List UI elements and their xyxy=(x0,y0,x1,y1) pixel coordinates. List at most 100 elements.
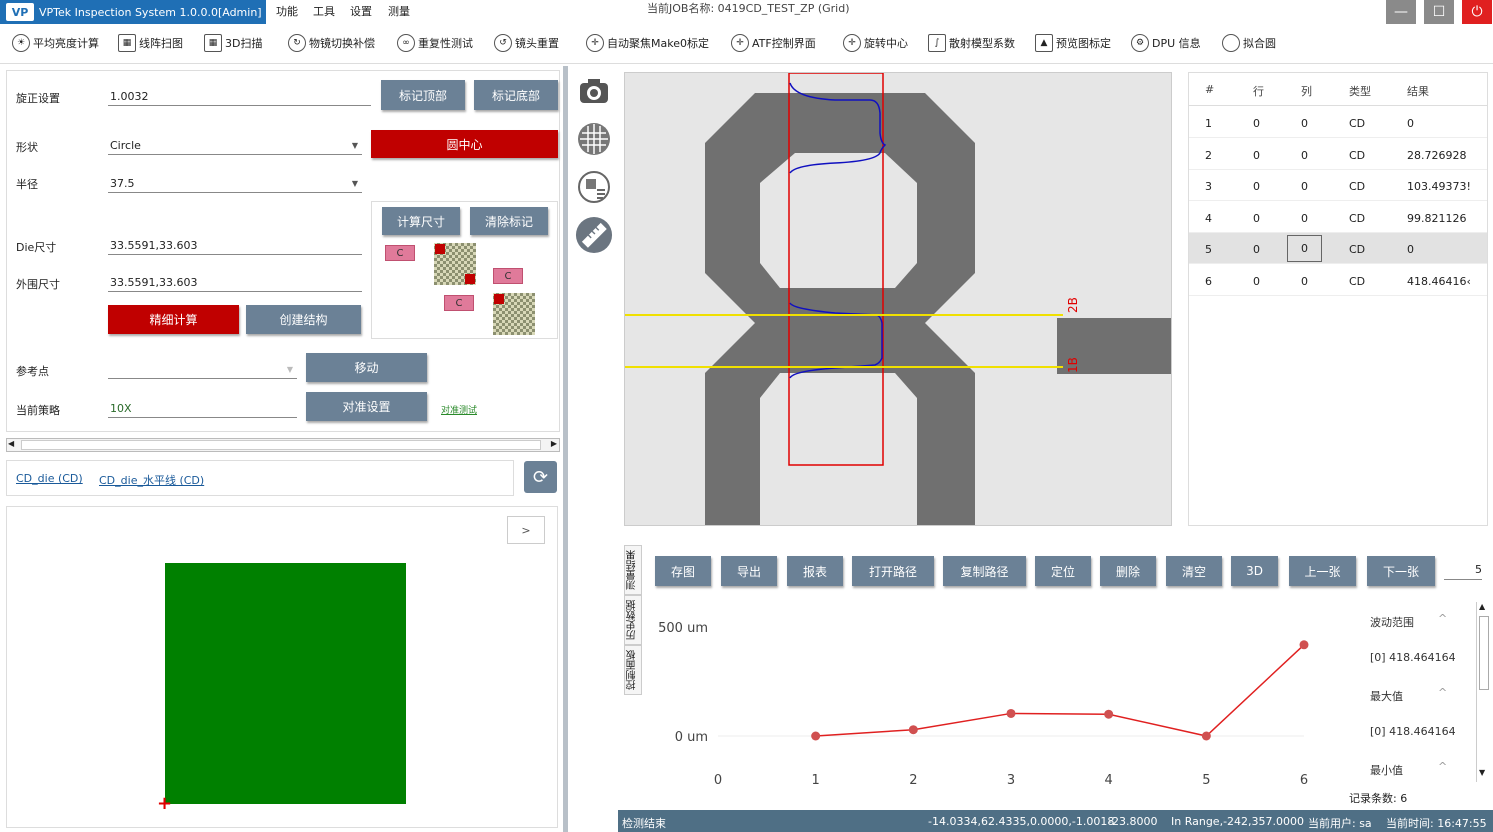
save-image-button[interactable]: 存图 xyxy=(655,556,711,586)
tool-fit-circle[interactable]: 拟合圆 xyxy=(1222,34,1276,52)
strategy-input[interactable]: 10X xyxy=(108,398,297,418)
clear-mark-button[interactable]: 清除标记 xyxy=(470,207,548,235)
open-path-button[interactable]: 打开路径 xyxy=(852,556,934,586)
grid-icon[interactable] xyxy=(575,120,613,158)
scroll-left-icon[interactable]: ◀ xyxy=(8,439,14,448)
x-tick-label: 1 xyxy=(812,773,820,788)
camera-icon[interactable] xyxy=(575,72,613,110)
chevron-down-icon: ▼ xyxy=(351,179,358,188)
radius-select[interactable]: 37.5 ▼ xyxy=(108,173,362,193)
tool-autofocus-make0[interactable]: ✛ 自动聚焦Make0标定 xyxy=(586,34,709,52)
tool-lens-switch[interactable]: ↻ 物镜切换补偿 xyxy=(288,34,375,52)
circle-center-button[interactable]: 圆中心 xyxy=(371,130,558,158)
tool-line-scan[interactable]: ▦ 线阵扫图 xyxy=(118,34,183,52)
cell-result: 103.49373! xyxy=(1407,180,1471,193)
c-marker: C xyxy=(493,268,523,284)
page-input[interactable]: 5 xyxy=(1444,560,1482,580)
next-button[interactable]: 下一张 xyxy=(1367,556,1435,586)
mark-bottom-button[interactable]: 标记底部 xyxy=(474,80,558,110)
refresh-settings-button[interactable]: ⟳ xyxy=(524,461,557,493)
tool-label: 物镜切换补偿 xyxy=(309,37,375,50)
copy-path-button[interactable]: 复制路径 xyxy=(943,556,1026,586)
cell-col: 0 xyxy=(1301,180,1308,193)
min-label: 最小值 xyxy=(1370,764,1403,777)
tool-atf-control[interactable]: ✛ ATF控制界面 xyxy=(731,34,816,52)
scroll-down-icon[interactable]: ▼ xyxy=(1479,768,1485,777)
menu-measure[interactable]: 测量 xyxy=(388,3,410,19)
chevron-up-icon[interactable]: ^ xyxy=(1438,760,1447,773)
chevron-up-icon[interactable]: ^ xyxy=(1438,612,1447,625)
tool-preview-calibration[interactable]: ▲ 预览图标定 xyxy=(1035,34,1111,52)
outer-size-input[interactable]: 33.5591,33.603 xyxy=(108,272,362,292)
status-coordinates: -14.0334,62.4335,0.0000,-1.0018 xyxy=(928,815,1115,828)
3d-button[interactable]: 3D xyxy=(1231,556,1278,586)
menu-tools[interactable]: 工具 xyxy=(313,3,335,19)
calc-size-button[interactable]: 计算尺寸 xyxy=(382,207,460,235)
tool-lens-reset[interactable]: ↺ 镜头重置 xyxy=(494,34,559,52)
tool-repeat-test[interactable]: ∞ 重复性测试 xyxy=(397,34,473,52)
strategy-label: 当前策略 xyxy=(16,404,60,417)
status-time: 当前时间: 16:47:55 xyxy=(1386,817,1487,830)
die-size-input[interactable]: 33.5591,33.603 xyxy=(108,235,362,255)
locate-button[interactable]: 定位 xyxy=(1035,556,1091,586)
status-range: In Range,-242,357.0000 xyxy=(1171,815,1305,828)
previous-button[interactable]: 上一张 xyxy=(1289,556,1356,586)
scroll-right-icon[interactable]: ▶ xyxy=(551,439,557,448)
align-settings-button[interactable]: 对准设置 xyxy=(306,392,427,421)
tab-cd-die[interactable]: CD_die (CD) xyxy=(16,472,83,485)
chevron-up-icon[interactable]: ^ xyxy=(1438,686,1447,699)
scroll-thumb[interactable] xyxy=(21,440,541,450)
horizontal-scrollbar[interactable]: ◀ ▶ xyxy=(6,438,560,452)
table-row[interactable] xyxy=(1189,107,1487,138)
tool-rotation-center[interactable]: ✛ 旋转中心 xyxy=(843,34,908,52)
clear-button[interactable]: 清空 xyxy=(1166,556,1222,586)
tool-3d-scan[interactable]: ▦ 3D扫描 xyxy=(204,34,262,52)
expand-button[interactable]: > xyxy=(507,516,545,544)
tab-measure-results[interactable]: 测量结果 xyxy=(624,545,642,595)
max-label: 最大值 xyxy=(1370,690,1403,703)
fine-calc-button[interactable]: 精细计算 xyxy=(108,305,239,334)
menu-settings[interactable]: 设置 xyxy=(350,3,372,19)
outer-size-label: 外围尺寸 xyxy=(16,278,60,291)
maximize-button[interactable]: ☐ xyxy=(1424,0,1454,24)
cell-result: 418.46416‹ xyxy=(1407,274,1471,288)
shape-value: Circle xyxy=(110,139,141,152)
export-button[interactable]: 导出 xyxy=(721,556,777,586)
tool-label: 3D扫描 xyxy=(225,37,263,50)
tool-dpu-info[interactable]: ⚙ DPU 信息 xyxy=(1131,34,1201,52)
panel-splitter[interactable] xyxy=(563,66,568,832)
align-test-link[interactable]: 对准测试 xyxy=(441,403,477,416)
delete-button[interactable]: 删除 xyxy=(1100,556,1156,586)
tab-history-data[interactable]: 历史数据 xyxy=(624,595,642,645)
tool-scatter-model[interactable]: ∫ 散射模型系数 xyxy=(928,34,1015,52)
tool-average-brightness[interactable]: ☀ 平均亮度计算 xyxy=(12,34,99,52)
cell-row: 0 xyxy=(1253,180,1260,193)
scroll-thumb[interactable] xyxy=(1479,616,1489,690)
move-button[interactable]: 移动 xyxy=(306,353,427,382)
y-tick-label: 500 um xyxy=(658,621,708,636)
vertical-scrollbar[interactable]: ▲ ▼ xyxy=(1476,602,1490,782)
minimize-button[interactable]: — xyxy=(1386,0,1416,24)
data-point xyxy=(1006,708,1016,718)
shape-label: 形状 xyxy=(16,141,38,154)
data-point xyxy=(811,731,821,741)
scroll-up-icon[interactable]: ▲ xyxy=(1479,602,1485,611)
close-button[interactable]: ⏻ xyxy=(1462,0,1492,24)
table-row[interactable] xyxy=(1189,233,1487,264)
tool-label: ATF控制界面 xyxy=(752,37,816,50)
radius-label: 半径 xyxy=(16,178,38,191)
crosshair-icon: ✛ xyxy=(731,34,749,52)
shape-select[interactable]: Circle ▼ xyxy=(108,135,362,155)
rotation-input[interactable]: 1.0032 xyxy=(108,86,371,106)
reference-select[interactable]: ▼ xyxy=(108,359,297,379)
ruler-icon[interactable] xyxy=(575,216,613,254)
create-structure-button[interactable]: 创建结构 xyxy=(246,305,361,334)
tab-cd-die-horizontal[interactable]: CD_die_水平线 (CD) xyxy=(99,472,204,488)
x-tick-label: 6 xyxy=(1300,773,1308,788)
report-button[interactable]: 报表 xyxy=(787,556,843,586)
image-viewer[interactable]: 2B 1B xyxy=(624,72,1172,526)
mark-top-button[interactable]: 标记顶部 xyxy=(381,80,465,110)
grid-list-icon[interactable] xyxy=(575,168,613,206)
menu-function[interactable]: 功能 xyxy=(276,3,298,19)
tab-control-panel[interactable]: 控制面板 xyxy=(624,645,642,695)
